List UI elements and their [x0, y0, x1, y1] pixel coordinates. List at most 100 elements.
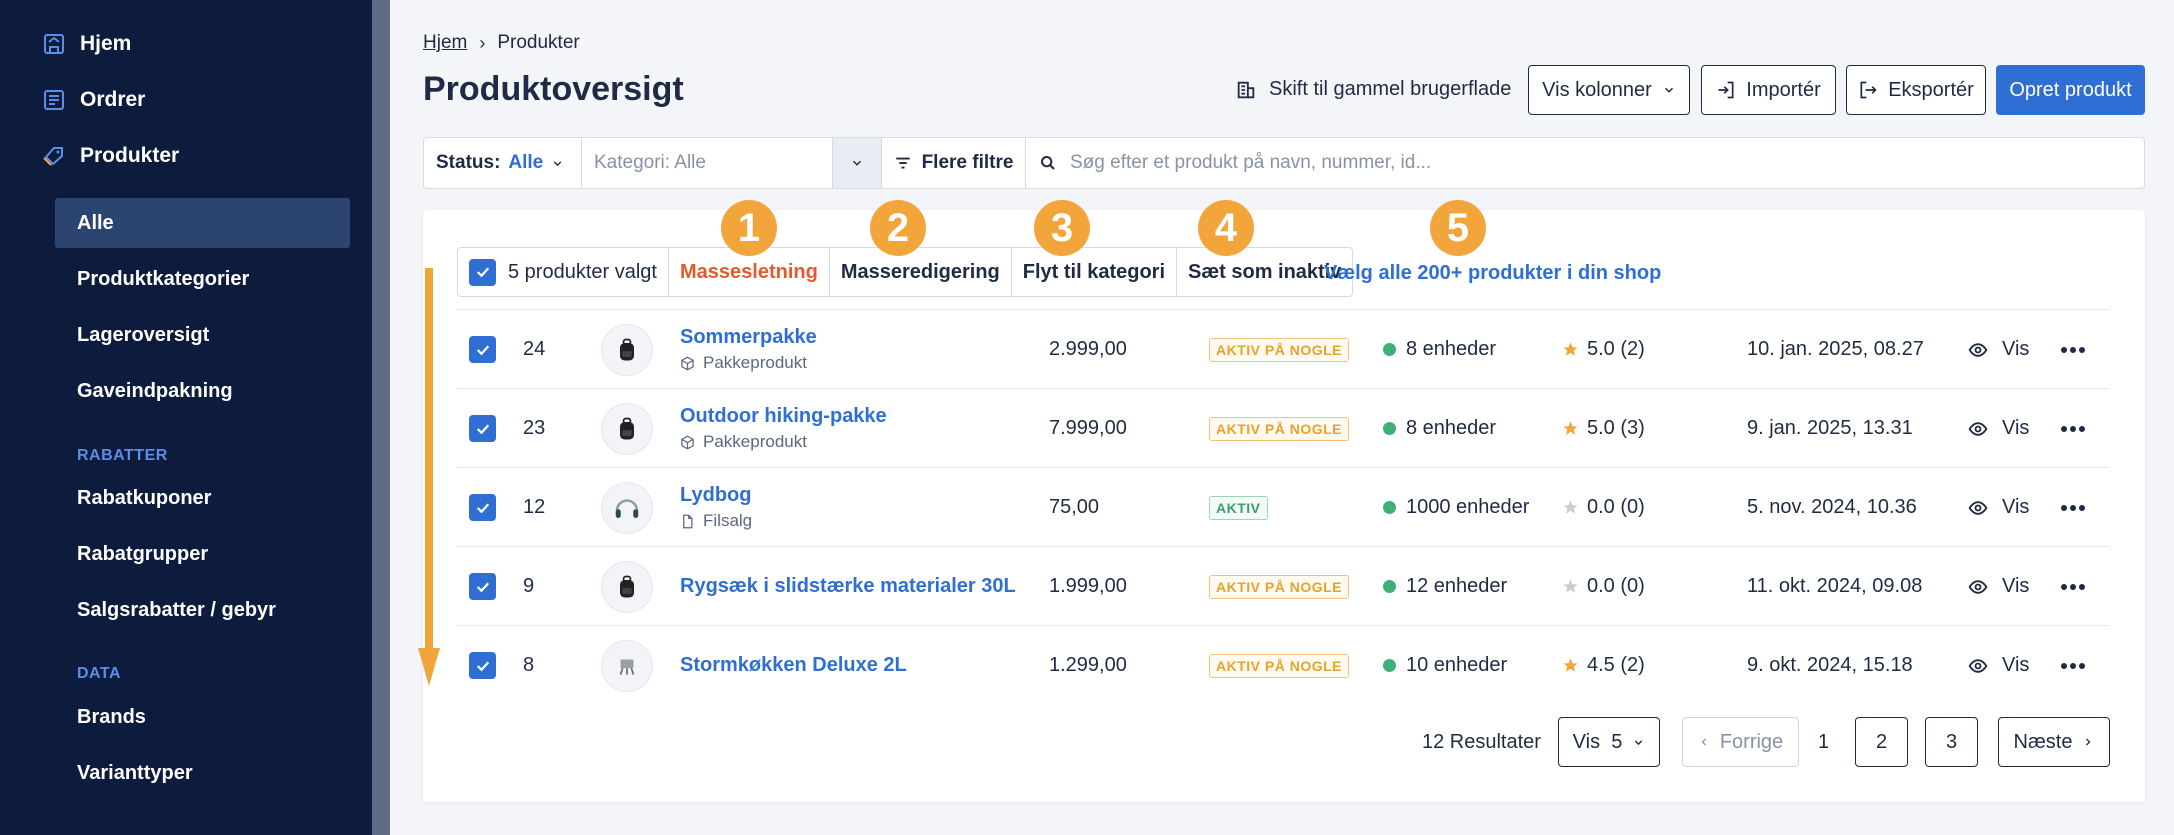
row-checkbox[interactable]	[469, 652, 496, 679]
more-actions-button[interactable]	[2060, 547, 2086, 626]
bulk-selection[interactable]: 5 produkter valgt	[458, 248, 669, 296]
product-name-link[interactable]: Stormkøkken Deluxe 2L	[680, 654, 907, 677]
product-id: 9	[523, 575, 535, 597]
file-icon	[680, 514, 695, 529]
select-all-products-link[interactable]: Vælg alle 200+ produkter i din shop	[1324, 262, 1661, 285]
more-horizontal-icon	[2061, 425, 2085, 432]
rating-value: 0.0 (0)	[1587, 496, 1645, 518]
table-row[interactable]: 23 Outdoor hiking-pakke Pakkeprodukt 7.99…	[457, 388, 2109, 467]
product-price: 7.999,00	[1049, 417, 1127, 439]
more-filters-button[interactable]: Flere filtre	[882, 138, 1026, 188]
callout-4: 4	[1198, 200, 1254, 256]
checkmark-icon	[476, 502, 489, 513]
move-to-category-button[interactable]: Flyt til kategori	[1012, 248, 1178, 296]
product-date: 9. jan. 2025, 13.31	[1747, 417, 1913, 439]
view-link[interactable]: Vis	[1968, 547, 2029, 626]
product-type-label: Pakkeprodukt	[703, 353, 807, 372]
view-label: Vis	[2002, 654, 2030, 676]
chevron-down-icon	[1664, 87, 1673, 93]
table-row[interactable]: 12 Lydbog Filsalg 75,00 AKTIV 1000 enhede…	[457, 467, 2109, 546]
category-dropdown-toggle[interactable]	[832, 138, 882, 188]
home-icon	[44, 34, 64, 54]
more-actions-button[interactable]	[2060, 468, 2086, 547]
product-name-link[interactable]: Lydbog	[680, 484, 751, 507]
more-actions-button[interactable]	[2060, 626, 2086, 705]
table-row[interactable]: 9 Rygsæk i slidstærke materialer 30L 1.9…	[457, 546, 2109, 625]
product-thumbnail[interactable]	[601, 481, 653, 534]
import-label: Importér	[1746, 78, 1821, 101]
view-link[interactable]: Vis	[1968, 389, 2029, 468]
search-icon	[1041, 156, 1055, 170]
product-date: 9. okt. 2024, 15.18	[1747, 654, 1913, 676]
select-all-checkbox[interactable]	[469, 258, 496, 286]
eye-icon	[1968, 421, 1988, 436]
checkmark-icon	[476, 660, 489, 671]
view-link[interactable]: Vis	[1968, 310, 2029, 389]
more-filters-label: Flere filtre	[921, 152, 1014, 173]
product-thumbnail[interactable]	[601, 402, 653, 455]
row-checkbox[interactable]	[469, 573, 496, 600]
stock-dot-icon	[1383, 422, 1396, 435]
sidebar-scrollbar[interactable]	[372, 0, 390, 835]
backpack-icon	[613, 573, 641, 601]
sidebar-item-gaveindpakning[interactable]: Gaveindpakning	[77, 380, 233, 403]
checkmark-icon	[476, 581, 489, 592]
create-product-button[interactable]: Opret produkt	[1996, 65, 2145, 115]
product-id: 12	[523, 496, 546, 518]
prev-page-button[interactable]: Forrige	[1682, 717, 1799, 767]
star-icon	[1563, 658, 1578, 672]
product-thumbnail[interactable]	[601, 639, 653, 692]
sidebar-item-hjem[interactable]: Hjem	[42, 32, 131, 56]
import-button[interactable]: Importér	[1701, 65, 1836, 115]
status-badge: AKTIV PÅ NOGLE	[1209, 416, 1350, 441]
columns-button[interactable]: Vis kolonner	[1528, 65, 1690, 115]
view-link[interactable]: Vis	[1968, 468, 2029, 547]
breadcrumb-home-link[interactable]: Hjem	[423, 32, 467, 54]
product-type: Filsalg	[680, 511, 752, 531]
page-2-button[interactable]: 2	[1855, 717, 1908, 767]
view-link[interactable]: Vis	[1968, 626, 2029, 705]
arrow-down-icon	[418, 268, 440, 686]
product-thumbnail[interactable]	[601, 323, 653, 376]
star-icon	[1563, 579, 1578, 593]
product-thumbnail[interactable]	[601, 560, 653, 613]
sidebar-item-alle[interactable]: Alle	[77, 212, 114, 235]
export-button[interactable]: Eksportér	[1846, 65, 1986, 115]
stock-count: 1000 enheder	[1406, 496, 1530, 518]
product-name-link[interactable]: Outdoor hiking-pakke	[680, 405, 887, 428]
sidebar-item-salgsrabatter[interactable]: Salgsrabatter / gebyr	[77, 599, 276, 622]
page-3-button[interactable]: 3	[1925, 717, 1978, 767]
switch-ui-link[interactable]: Skift til gammel brugerflade	[1235, 78, 1511, 101]
next-page-button[interactable]: Næste	[1998, 717, 2110, 767]
table-row[interactable]: 24 Sommerpakke Pakkeprodukt 2.999,00 AKTI…	[457, 309, 2109, 388]
product-name-link[interactable]: Sommerpakke	[680, 326, 817, 349]
row-checkbox[interactable]	[469, 415, 496, 442]
category-filter[interactable]: Kategori: Alle	[582, 138, 832, 188]
more-actions-button[interactable]	[2060, 310, 2086, 389]
bulk-edit-button[interactable]: Masseredigering	[830, 248, 1012, 296]
sidebar-item-lageroversigt[interactable]: Lageroversigt	[77, 324, 209, 347]
row-checkbox[interactable]	[469, 336, 496, 363]
sidebar-item-rabatkuponer[interactable]: Rabatkuponer	[77, 487, 211, 510]
sidebar-item-varianttyper[interactable]: Varianttyper	[77, 762, 193, 785]
status-filter[interactable]: Status: Alle	[424, 138, 582, 188]
eye-icon	[1968, 658, 1988, 673]
stock-dot-icon	[1383, 501, 1396, 514]
sidebar-item-produktkategorier[interactable]: Produktkategorier	[77, 268, 249, 291]
stock-count: 8 enheder	[1406, 338, 1497, 360]
stock-count: 12 enheder	[1406, 575, 1508, 597]
product-name-link[interactable]: Rygsæk i slidstærke materialer 30L	[680, 575, 1016, 598]
sidebar-item-brands[interactable]: Brands	[77, 706, 146, 729]
orders-icon	[44, 90, 64, 110]
callout-5: 5	[1430, 200, 1486, 256]
sidebar-section-rabatter: RABATTER	[77, 447, 168, 464]
search-input[interactable]	[1070, 152, 2144, 174]
sidebar-item-ordrer[interactable]: Ordrer	[42, 88, 145, 112]
more-actions-button[interactable]	[2060, 389, 2086, 468]
row-checkbox[interactable]	[469, 494, 496, 521]
table-row[interactable]: 8 Stormkøkken Deluxe 2L 1.299,00 AKTIV P…	[457, 625, 2109, 704]
sidebar-item-produkter[interactable]: Produkter	[42, 144, 179, 168]
sidebar-item-rabatgrupper[interactable]: Rabatgrupper	[77, 543, 208, 566]
per-page-select[interactable]: Vis 5	[1558, 717, 1660, 767]
stock-dot-icon	[1383, 343, 1396, 356]
